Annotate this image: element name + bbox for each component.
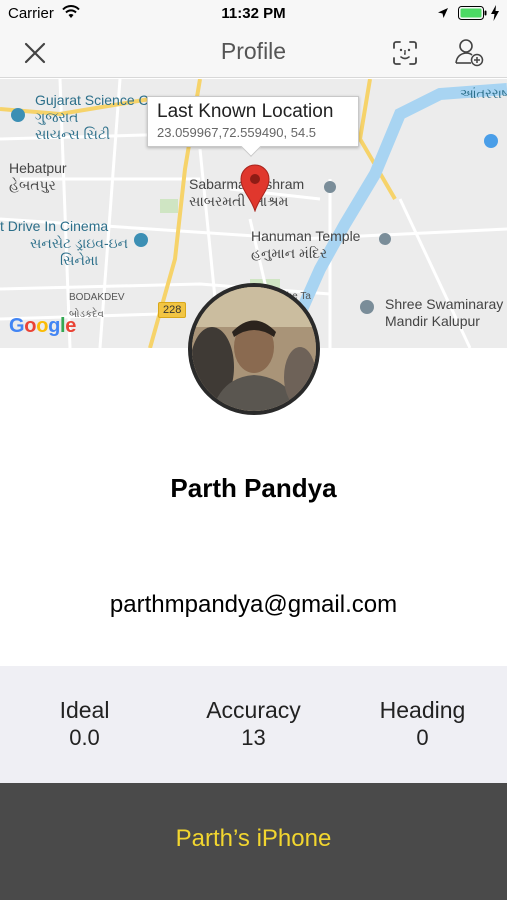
map-label-hanuman-temple: Hanuman Temple હનુમાન મંદિર bbox=[251, 228, 360, 262]
avatar bbox=[188, 283, 320, 415]
map-label-shree-swaminarayan: Shree Swaminaray Mandir Kalupur bbox=[385, 296, 503, 330]
device-name: Parth’s iPhone bbox=[175, 825, 332, 852]
status-time: 11:32 PM bbox=[221, 5, 286, 22]
map-label-text: બોડકદેવ bbox=[69, 309, 104, 320]
map-label-text: Hanuman Temple bbox=[251, 228, 361, 244]
map-label-airport: આંતરરાષ્ટ્ર bbox=[460, 86, 507, 101]
map-label-text: BODAKDEV bbox=[69, 292, 125, 303]
map-label-text: સિનેમા bbox=[60, 252, 99, 268]
battery-icon bbox=[458, 6, 487, 20]
stat-value: 0.0 bbox=[69, 725, 100, 750]
user-name: Parth Pandya bbox=[170, 473, 337, 503]
google-logo: Google bbox=[9, 315, 77, 337]
face-scan-icon[interactable] bbox=[392, 40, 418, 66]
charging-bolt-icon bbox=[491, 5, 499, 21]
stat-value: 13 bbox=[241, 725, 266, 750]
map-label-text: હેબતપુર bbox=[9, 177, 56, 193]
map-label-text: સાયન્સ સિટી bbox=[35, 126, 111, 142]
map-label-text: સનસેટ ડ્રાઇવ-ઇન bbox=[30, 235, 129, 251]
road-number-badge: 228 bbox=[158, 302, 187, 318]
user-email: parthmpandya@gmail.com bbox=[109, 591, 398, 618]
map-label-text: Hebatpur bbox=[9, 160, 67, 176]
nav-bar: Profile bbox=[0, 28, 507, 78]
map-label-hebatpur: Hebatpur હેબતપુર bbox=[9, 160, 67, 194]
stat-label: Heading bbox=[379, 697, 466, 723]
location-arrow-icon bbox=[438, 8, 448, 18]
map-label-text: હનુમાન મંદિર bbox=[251, 245, 328, 261]
page-title: Profile bbox=[220, 38, 287, 64]
location-callout[interactable]: Last Known Location 23.059967,72.559490,… bbox=[147, 96, 359, 157]
stat-label: Accuracy bbox=[206, 697, 301, 723]
avatar-photo bbox=[192, 287, 316, 411]
add-user-icon[interactable] bbox=[454, 37, 484, 67]
stat-accuracy: Accuracy 13 bbox=[169, 696, 338, 752]
map-label-text: ગુજરાત bbox=[35, 109, 79, 125]
map-label-text: Mandir Kalupur bbox=[385, 313, 480, 329]
map-label-bodakdev: BODAKDEV બોડકદેવ bbox=[69, 289, 125, 323]
map-label-text: Gujarat Science C bbox=[35, 92, 149, 108]
map-label-gujarat-science: Gujarat Science C ગુજરાત સાયન્સ સિટી bbox=[35, 92, 149, 143]
map-pin-icon[interactable] bbox=[239, 164, 271, 212]
stat-heading: Heading 0 bbox=[338, 696, 507, 752]
callout-title: Last Known Location bbox=[157, 101, 334, 122]
stat-label: Ideal bbox=[59, 697, 110, 723]
map-label-text: t Drive In Cinema bbox=[0, 218, 109, 234]
stat-ideal: Ideal 0.0 bbox=[0, 696, 169, 752]
map-label-drive-in-cinema: t Drive In Cinema સનસેટ ડ્રાઇવ-ઇન સિનેમા bbox=[0, 218, 128, 269]
stat-value: 0 bbox=[416, 725, 429, 750]
device-footer[interactable]: Parth’s iPhone bbox=[0, 783, 507, 900]
status-bar: Carrier 11:32 PM bbox=[0, 0, 507, 28]
map-label-text: Shree Swaminaray bbox=[385, 296, 504, 312]
stats-panel: Ideal 0.0 Accuracy 13 Heading 0 bbox=[0, 666, 507, 783]
